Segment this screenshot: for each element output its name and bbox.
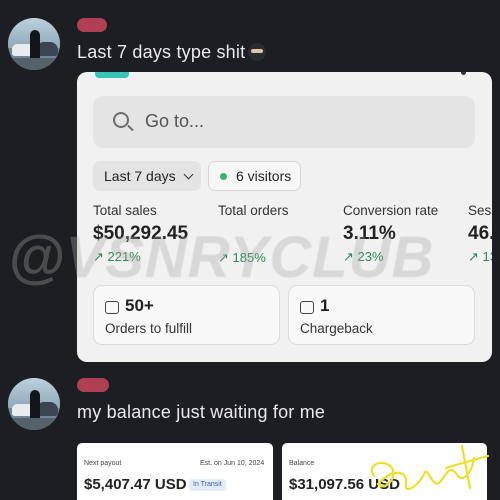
metric-value: 46. (468, 223, 492, 244)
metric-sessions[interactable]: Sess 46. ↗ 13 (468, 203, 492, 265)
watermark: @VSNRYCLUB (8, 225, 435, 290)
menu-dot-icon (461, 72, 466, 75)
orders-label: Orders to fulfill (105, 321, 193, 336)
inbox-icon (105, 301, 119, 314)
payout-amount: $5,407.47 USD (84, 476, 187, 493)
metric-label: Total sales (93, 203, 157, 218)
live-dot-icon (220, 172, 227, 180)
metric-label: Total orders (218, 203, 289, 218)
payout-label: Next payout (84, 460, 122, 467)
chargeback-card[interactable]: 1 Chargeback (288, 285, 475, 345)
search-bar[interactable]: Go to... (93, 96, 475, 148)
message-body: Last 7 days type shit (77, 42, 246, 62)
clipboard-icon (300, 301, 314, 314)
status-badge: In Transit (189, 479, 226, 491)
balance-label: Balance (289, 460, 315, 467)
orders-to-fulfill-card[interactable]: 50+ Orders to fulfill (93, 285, 280, 345)
search-icon (113, 112, 129, 128)
visitors-label: 6 visitors (236, 168, 292, 184)
chevron-down-icon (183, 169, 194, 179)
orders-count: 50+ (125, 296, 154, 315)
date-filter-dropdown[interactable]: Last 7 days (93, 161, 201, 191)
avatar[interactable] (8, 18, 60, 70)
search-placeholder: Go to... (145, 111, 205, 131)
metric-label: Sess (468, 203, 492, 218)
avatar[interactable] (8, 378, 60, 430)
date-filter-label: Last 7 days (104, 168, 176, 184)
yellow-scribble-signature (371, 444, 490, 491)
payout-date: Est. on Jun 10, 2024 (200, 460, 265, 467)
username-redacted (77, 18, 107, 32)
chargeback-label: Chargeback (300, 321, 373, 336)
next-payout-card: Next payout Est. on Jun 10, 2024 $5,407.… (77, 443, 273, 500)
ninja-emoji-icon (248, 43, 267, 61)
metric-change: ↗ 13 (468, 249, 492, 264)
visitors-pill[interactable]: 6 visitors (208, 161, 301, 191)
username-redacted (77, 378, 109, 392)
dashboard-screenshot: Go to... Last 7 days 6 visitors Total sa… (77, 72, 492, 362)
chargeback-count: 1 (320, 296, 330, 315)
metric-label: Conversion rate (343, 203, 439, 218)
message-text: my balance just waiting for me (77, 402, 326, 422)
message-text: Last 7 days type shit (77, 42, 267, 63)
accent-tab (95, 72, 129, 78)
